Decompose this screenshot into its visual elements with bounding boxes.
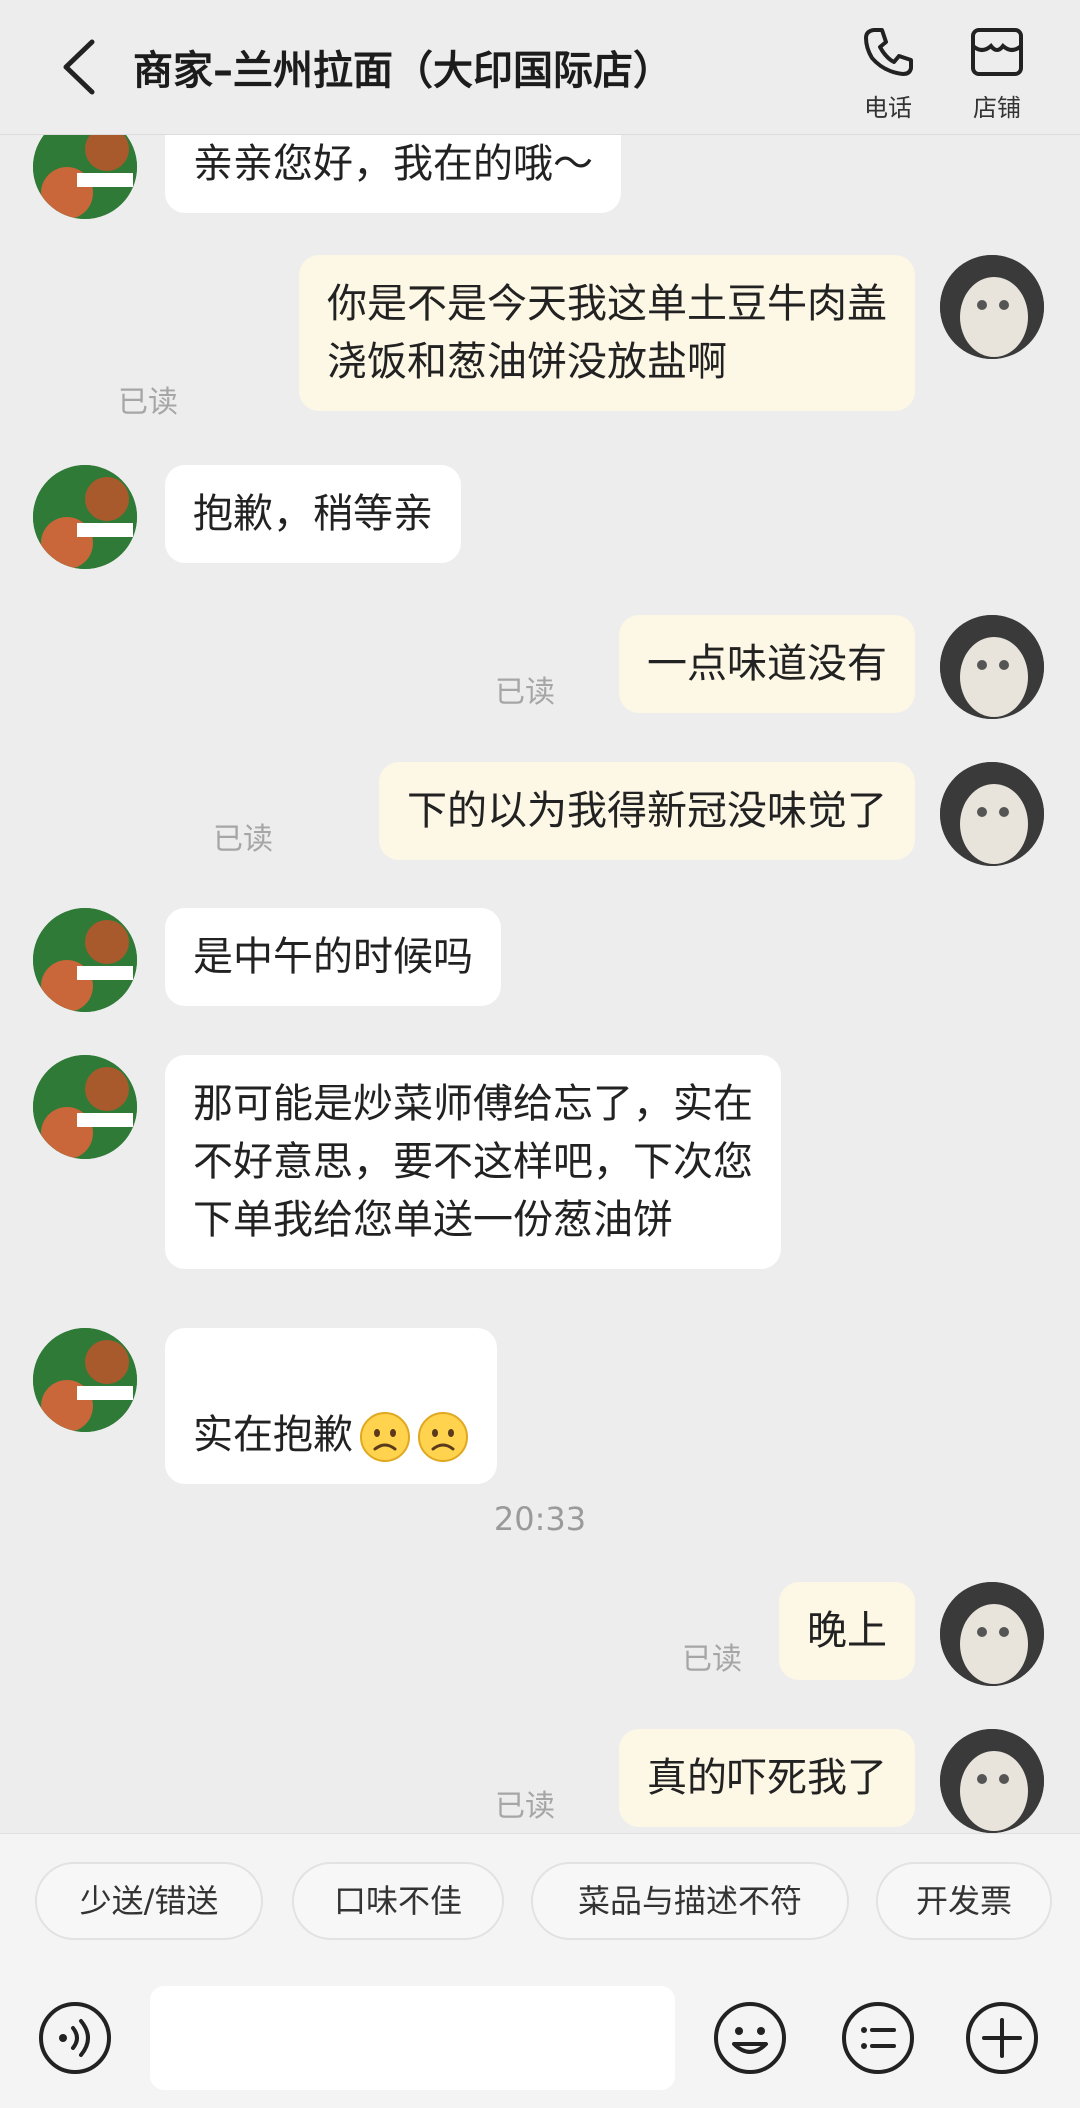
chat-title: 商家–兰州拉面（大印国际店）	[133, 48, 673, 94]
shop-avatar[interactable]	[33, 135, 137, 219]
store-icon	[971, 28, 1023, 76]
user-avatar[interactable]	[940, 255, 1044, 359]
incoming-message-bubble: 亲亲您好，我在的哦～	[165, 135, 621, 213]
quick-reply-chip[interactable]: 口味不佳	[292, 1862, 504, 1940]
read-status: 已读	[118, 385, 178, 420]
phone-button[interactable]: 电话	[843, 22, 933, 122]
incoming-message-bubble: 是中午的时候吗	[165, 908, 501, 1006]
outgoing-message-bubble: 你是不是今天我这单土豆牛肉盖 浇饭和葱油饼没放盐啊	[299, 255, 915, 411]
emoji-icon[interactable]	[710, 1998, 790, 2078]
user-avatar[interactable]	[940, 615, 1044, 719]
incoming-message-bubble: 抱歉，稍等亲	[165, 465, 461, 563]
input-bar	[0, 1968, 1080, 2108]
back-arrow-icon[interactable]	[52, 32, 112, 102]
shop-avatar[interactable]	[33, 1328, 137, 1432]
read-status: 已读	[682, 1642, 742, 1677]
quick-reply-chip[interactable]: 少送/错送	[35, 1862, 263, 1940]
chat-header: 商家–兰州拉面（大印国际店） 电话 店铺	[0, 0, 1080, 135]
quick-phrase-icon[interactable]	[838, 1998, 918, 2078]
shop-avatar[interactable]	[33, 1055, 137, 1159]
read-status: 已读	[495, 1789, 555, 1824]
outgoing-message-bubble: 一点味道没有	[619, 615, 915, 713]
quick-reply-chip[interactable]: 菜品与描述不符	[531, 1862, 849, 1940]
plus-icon[interactable]	[962, 1998, 1042, 2078]
shop-avatar[interactable]	[33, 465, 137, 569]
read-status: 已读	[495, 675, 555, 710]
voice-icon[interactable]	[35, 1998, 115, 2078]
shop-avatar[interactable]	[33, 908, 137, 1012]
read-status: 已读	[213, 822, 273, 857]
quick-reply-bar: 少送/错送 口味不佳 菜品与描述不符 开发票	[0, 1833, 1080, 1968]
user-avatar[interactable]	[940, 762, 1044, 866]
phone-icon	[864, 28, 913, 76]
user-avatar[interactable]	[940, 1729, 1044, 1833]
phone-label: 电话	[864, 94, 912, 122]
incoming-message-bubble: 那可能是炒菜师傅给忘了，实在 不好意思，要不这样吧，下次您 下单我给您单送一份葱…	[165, 1055, 781, 1269]
message-timestamp: 20:33	[493, 1500, 587, 1538]
message-list[interactable]: 亲亲您好，我在的哦～ 已读 你是不是今天我这单土豆牛肉盖 浇饭和葱油饼没放盐啊 …	[0, 135, 1080, 1833]
outgoing-message-bubble: 晚上	[779, 1582, 915, 1680]
outgoing-message-bubble: 下的以为我得新冠没味觉了	[379, 762, 915, 860]
worried-face-emoji	[418, 1412, 468, 1462]
user-avatar[interactable]	[940, 1582, 1044, 1686]
outgoing-message-bubble: 真的吓死我了	[619, 1729, 915, 1827]
incoming-message-bubble: 实在抱歉	[165, 1328, 497, 1484]
store-button[interactable]: 店铺	[952, 22, 1042, 122]
message-text: 实在抱歉	[193, 1412, 353, 1458]
worried-face-emoji	[360, 1412, 410, 1462]
store-label: 店铺	[973, 94, 1021, 122]
message-input[interactable]	[150, 1986, 675, 2090]
quick-reply-chip[interactable]: 开发票	[876, 1862, 1052, 1940]
